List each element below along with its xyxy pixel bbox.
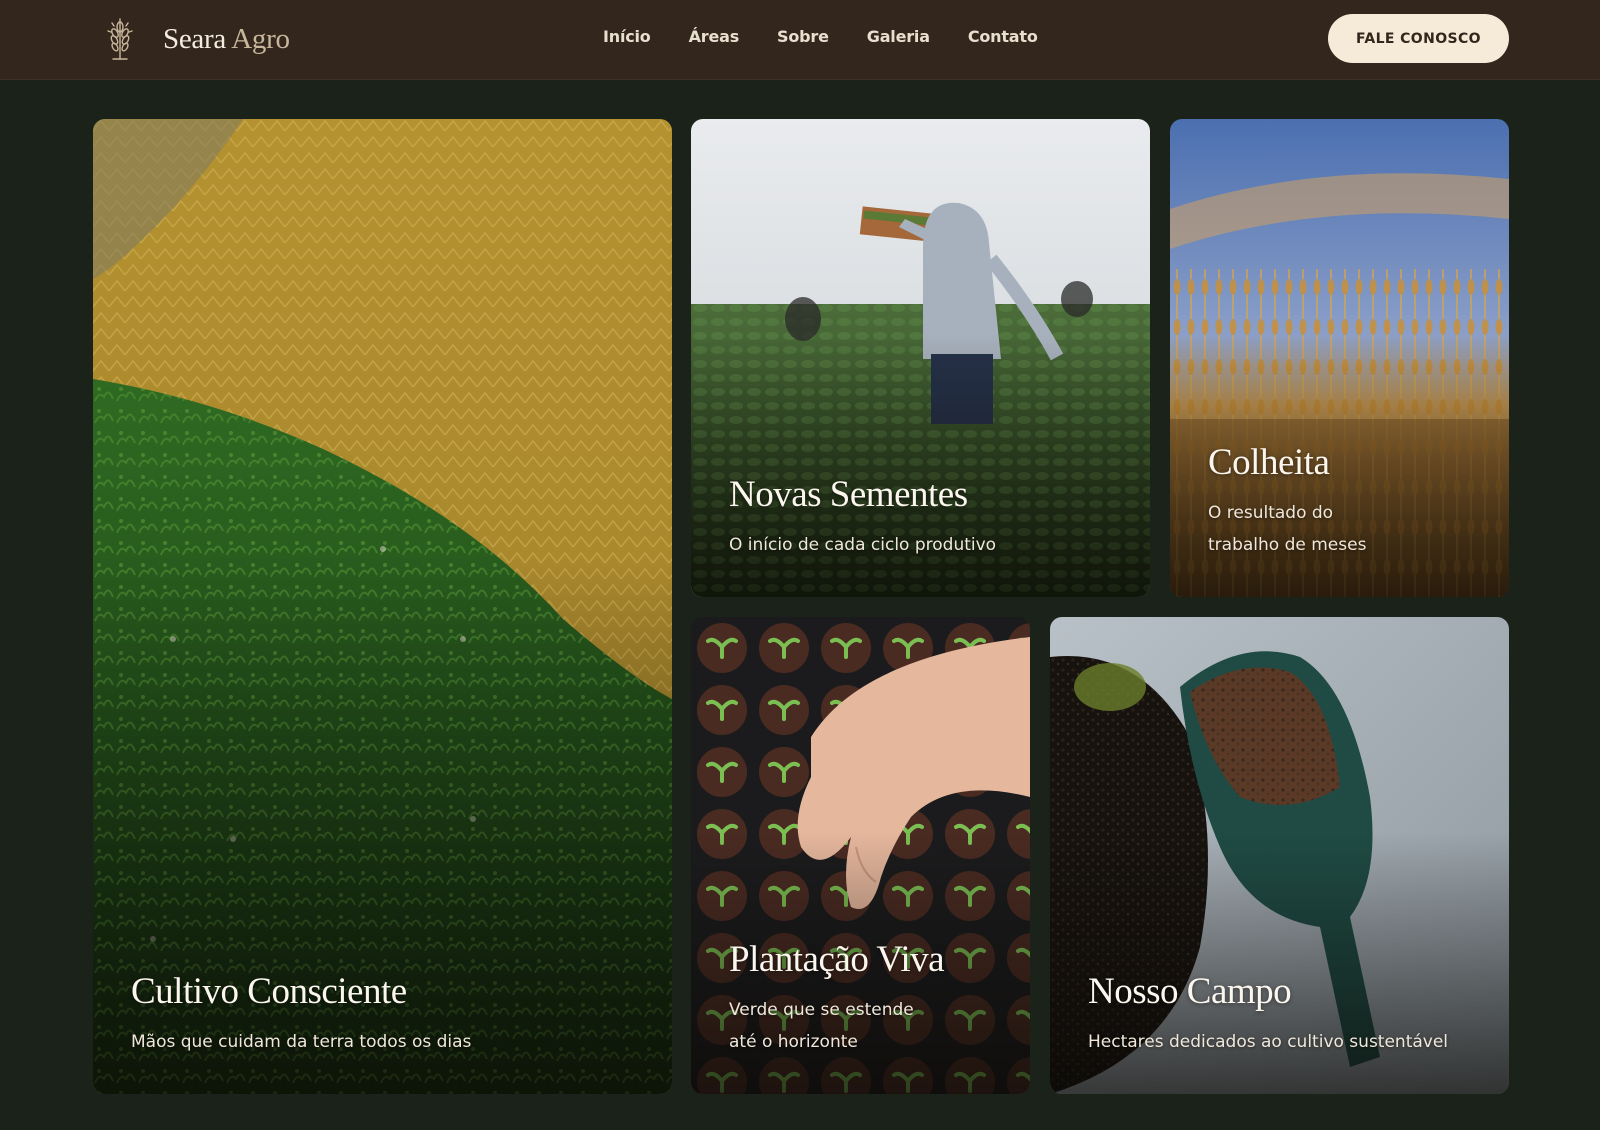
logo-link[interactable]: Seara Agro: [103, 17, 290, 61]
card-title: Cultivo Consciente: [131, 970, 407, 1012]
site-header: Seara Agro Início Áreas Sobre Galeria Co…: [0, 0, 1600, 80]
wheat-icon: [107, 18, 133, 60]
card-caption: Nosso Campo Hectares dedicados ao cultiv…: [1088, 970, 1449, 1058]
card-caption: Cultivo Consciente Mãos que cuidam da te…: [131, 970, 472, 1058]
nav-sobre[interactable]: Sobre: [777, 27, 829, 46]
brand-main: Seara: [163, 22, 226, 55]
card-caption: Colheita O resultado do trabalho de mese…: [1208, 443, 1408, 561]
card-caption: Novas Sementes O início de cada ciclo pr…: [729, 473, 997, 561]
main-nav: Início Áreas Sobre Galeria Contato: [603, 27, 1038, 46]
brand-name: Seara Agro: [163, 23, 290, 56]
contact-cta-button[interactable]: FALE CONOSCO: [1328, 14, 1509, 63]
gallery-card-campo[interactable]: Nosso Campo Hectares dedicados ao cultiv…: [1050, 617, 1509, 1094]
gallery-card-sementes[interactable]: Novas Sementes O início de cada ciclo pr…: [691, 119, 1150, 597]
gallery-card-plantacao[interactable]: Plantação Viva Verde que se estende até …: [691, 617, 1030, 1094]
card-subtitle: O resultado do trabalho de meses: [1208, 503, 1367, 555]
gallery-card-colheita[interactable]: Colheita O resultado do trabalho de mese…: [1170, 119, 1509, 597]
card-title: Colheita: [1208, 442, 1330, 484]
card-subtitle: Mãos que cuidam da terra todos os dias: [131, 1031, 472, 1052]
nav-contato[interactable]: Contato: [968, 27, 1038, 46]
card-caption: Plantação Viva Verde que se estende até …: [729, 939, 945, 1058]
card-title: Novas Sementes: [729, 473, 968, 515]
nav-areas[interactable]: Áreas: [689, 27, 740, 46]
card-subtitle: O início de cada ciclo produtivo: [729, 534, 997, 555]
nav-galeria[interactable]: Galeria: [867, 27, 930, 46]
gallery-card-cultivo[interactable]: Cultivo Consciente Mãos que cuidam da te…: [93, 119, 672, 1094]
card-title: Plantação Viva: [729, 939, 945, 981]
nav-inicio[interactable]: Início: [603, 27, 651, 46]
card-subtitle: Hectares dedicados ao cultivo sustentáve…: [1088, 1031, 1449, 1052]
brand-accent: Agro: [231, 22, 290, 55]
card-title: Nosso Campo: [1088, 970, 1292, 1012]
field-aerial-image: [93, 119, 672, 1094]
card-subtitle: Verde que se estende até o horizonte: [729, 1000, 914, 1052]
